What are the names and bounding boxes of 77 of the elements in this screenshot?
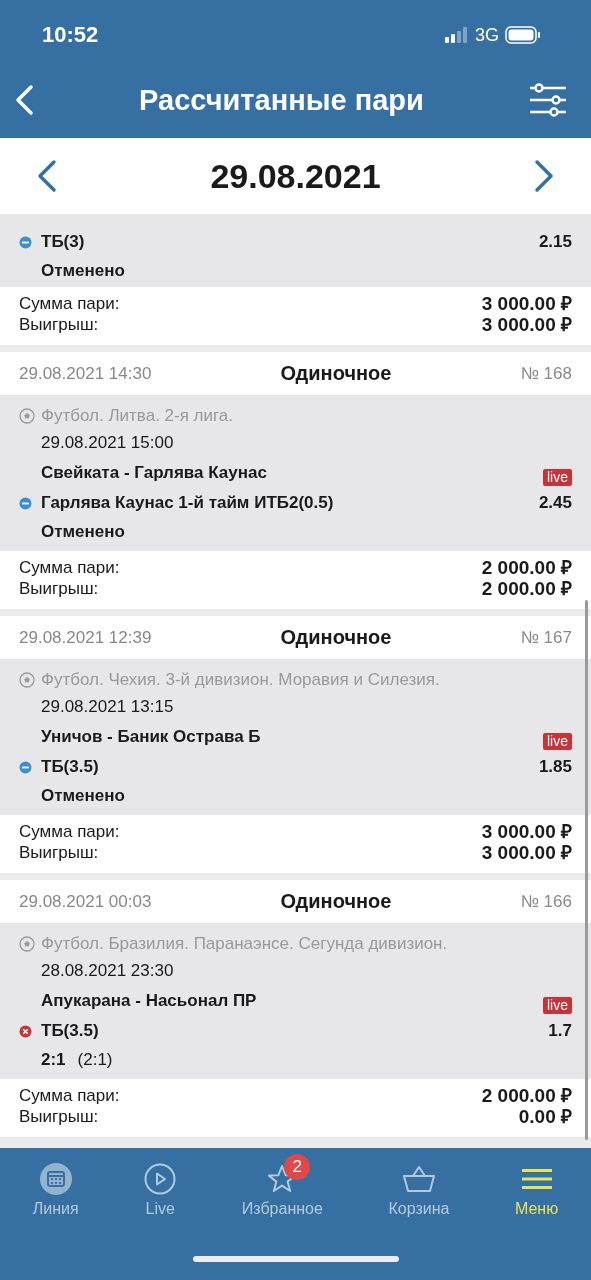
bet-odds: 2.45	[538, 493, 572, 513]
sport-league: Футбол. Литва. 2-я лига.	[41, 406, 234, 426]
football-icon	[19, 936, 35, 952]
basket-icon	[401, 1163, 436, 1195]
tab-button[interactable]: Корзина	[384, 1152, 454, 1218]
bet-result: Отменено	[41, 786, 125, 806]
win-label: Выигрыш:	[19, 578, 99, 599]
stake-label: Сумма пари:	[19, 821, 120, 842]
previous-date-icon[interactable]	[36, 159, 58, 193]
bet-type: Одиночное	[280, 890, 392, 913]
win-amount: 3 000.00 ₽	[481, 842, 572, 863]
bet-type: Одиночное	[280, 626, 392, 649]
football-icon	[19, 408, 35, 424]
stake-amount: 3 000.00 ₽	[481, 293, 572, 314]
bet-odds: 1.7	[548, 1021, 572, 1041]
bet-number: № 166	[520, 891, 572, 912]
status-time: 10:52	[42, 22, 99, 48]
menu-icon	[521, 1167, 552, 1191]
bet-number: № 167	[520, 627, 572, 648]
stake-label: Сумма пари:	[19, 293, 120, 314]
result-detail: (2:1)	[77, 1050, 113, 1070]
sport-league: Футбол. Бразилия. Паранаэнсе. Сегунда дивизион.	[41, 934, 448, 954]
bet-odds: 1.85	[538, 757, 572, 777]
bet-placed-time: 29.08.2021 14:30	[19, 363, 152, 384]
cancelled-icon	[19, 760, 32, 774]
event-start-time: 29.08.2021 15:00	[40, 432, 175, 454]
bet-type: Одиночное	[280, 362, 392, 385]
play-icon	[144, 1163, 177, 1195]
sport-league: Футбол. Чехия. 3-й дивизион. Моравия и Силезия.	[41, 670, 440, 690]
page-title: Рассчитанные пари	[139, 83, 424, 117]
signal-icon	[445, 27, 469, 43]
live-badge: live	[543, 996, 572, 1014]
bet-result: Отменено	[41, 522, 125, 542]
cancelled-icon	[19, 496, 32, 510]
tab-button[interactable]: Live	[140, 1152, 181, 1218]
event-start-time: 28.08.2021 23:30	[40, 960, 175, 982]
bet-odds: 2.15	[538, 232, 572, 252]
stake-label: Сумма пари:	[19, 1085, 120, 1106]
stake-amount: 2 000.00 ₽	[481, 557, 572, 578]
bet-placed-time: 29.08.2021 12:39	[19, 627, 152, 648]
stake-amount: 3 000.00 ₽	[481, 821, 572, 842]
win-amount: 2 000.00 ₽	[481, 578, 572, 599]
back-icon[interactable]	[14, 84, 34, 116]
win-label: Выигрыш:	[19, 1106, 99, 1127]
lost-icon	[19, 1024, 32, 1038]
event-start-time: 29.08.2021 13:15	[40, 696, 175, 718]
battery-icon	[505, 26, 541, 44]
stake-label: Сумма пари:	[19, 557, 120, 578]
live-badge: live	[543, 732, 572, 750]
cancelled-icon	[19, 235, 32, 249]
win-amount: 3 000.00 ₽	[481, 314, 572, 335]
bet-result: Отменено	[41, 261, 125, 281]
win-label: Выигрыш:	[19, 842, 99, 863]
bet-market: ТБ(3)	[41, 232, 86, 252]
win-amount: 0.00 ₽	[518, 1106, 572, 1127]
win-label: Выигрыш:	[19, 314, 99, 335]
bet-market: Гарлява Каунас 1-й тайм ИТБ2(0.5)	[41, 493, 335, 513]
network-type: 3G	[475, 24, 499, 46]
selected-date: 29.08.2021	[210, 156, 381, 196]
bet-market: ТБ(3.5)	[41, 1021, 100, 1041]
filter-icon[interactable]	[529, 83, 567, 117]
bet-result: 2:1	[41, 1050, 66, 1070]
event-teams: Апукарана - Насьонал ПР	[40, 991, 257, 1011]
tab-button[interactable]: Меню	[510, 1152, 563, 1218]
event-teams: Свейката - Гарлява Каунас	[40, 463, 267, 483]
live-badge: live	[543, 468, 572, 486]
stake-amount: 2 000.00 ₽	[481, 1085, 572, 1106]
event-teams: Уничов - Баник Острава Б	[40, 727, 261, 747]
notification-badge: 2	[284, 1154, 311, 1180]
bet-number: № 168	[520, 363, 572, 384]
tab-button[interactable]: 2 Избранное	[237, 1152, 327, 1218]
calendar-icon	[39, 1163, 72, 1195]
next-date-icon[interactable]	[533, 159, 555, 193]
bet-market: ТБ(3.5)	[41, 757, 100, 777]
football-icon	[19, 672, 35, 688]
tab-button[interactable]: Линия	[28, 1152, 83, 1218]
bet-placed-time: 29.08.2021 00:03	[19, 891, 152, 912]
